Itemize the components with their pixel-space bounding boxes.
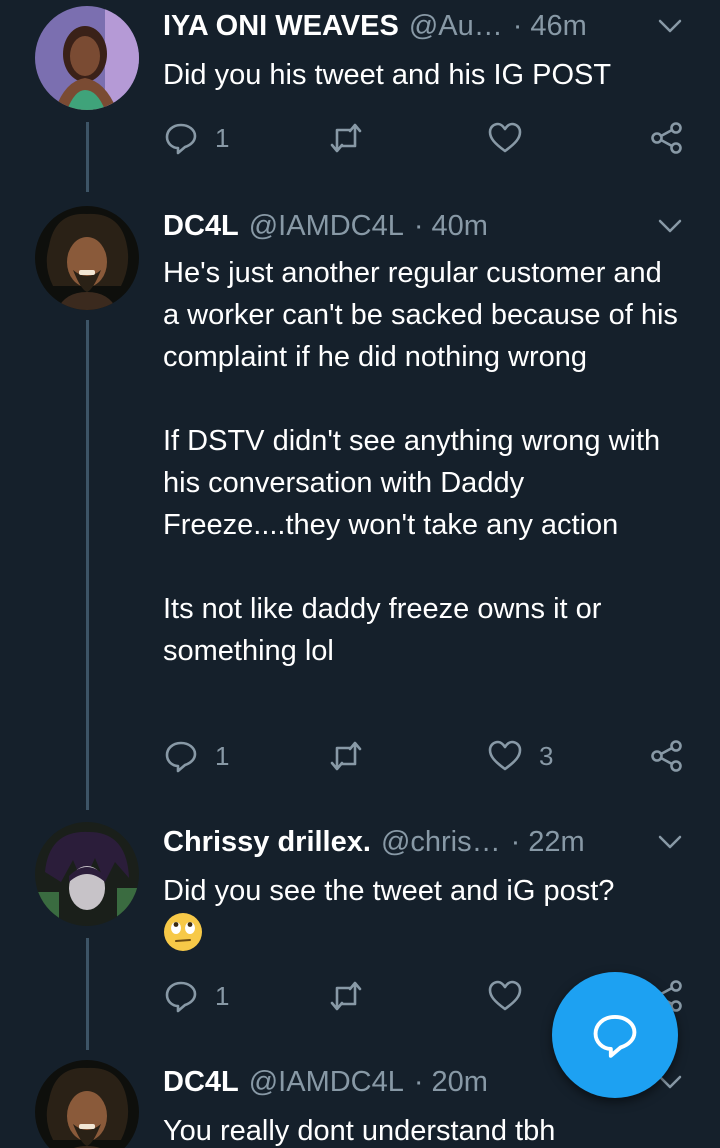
face-with-rolling-eyes-icon bbox=[163, 912, 203, 957]
retweet-icon bbox=[330, 741, 362, 771]
tweet-actions: 1 3 bbox=[163, 736, 693, 776]
like-button[interactable]: 3 bbox=[487, 736, 553, 776]
tweet[interactable]: IYA ONI WEAVES @Au… · 46m Did you his tw… bbox=[0, 0, 720, 200]
heart-icon bbox=[488, 122, 522, 153]
tweet-header: DC4L @IAMDC4L · 40m bbox=[163, 208, 680, 244]
heart-icon bbox=[488, 980, 522, 1011]
separator-dot: · bbox=[413, 209, 424, 242]
timestamp[interactable]: 20m bbox=[432, 1066, 488, 1099]
tweet[interactable]: DC4L @IAMDC4L · 40m He's just another re… bbox=[0, 200, 720, 820]
avatar[interactable] bbox=[35, 6, 139, 110]
reply-button[interactable]: 1 bbox=[163, 736, 229, 776]
tweet-text: Did you his tweet and his IG POST bbox=[163, 59, 612, 91]
reply-count: 1 bbox=[215, 980, 230, 1011]
share-button[interactable] bbox=[649, 736, 685, 776]
display-name[interactable]: IYA ONI WEAVES bbox=[163, 10, 399, 43]
tweet-text: You really dont understand tbh bbox=[163, 1115, 556, 1147]
timestamp[interactable]: 22m bbox=[528, 826, 584, 859]
retweet-button[interactable] bbox=[328, 976, 380, 1016]
retweet-icon bbox=[330, 123, 362, 153]
tweet-text: Did you see the tweet and iG post? bbox=[163, 875, 615, 907]
username[interactable]: @IAMDC4L bbox=[249, 1066, 404, 1099]
reply-button[interactable]: 1 bbox=[163, 976, 229, 1016]
retweet-button[interactable] bbox=[328, 736, 380, 776]
thread-line bbox=[86, 122, 89, 192]
separator-dot: · bbox=[510, 825, 521, 858]
tweet-text: He's just another regular customer and a… bbox=[163, 257, 678, 667]
avatar[interactable] bbox=[35, 822, 139, 926]
compose-reply-button[interactable] bbox=[552, 972, 678, 1098]
like-count: 3 bbox=[539, 740, 554, 771]
chevron-down-icon[interactable] bbox=[656, 212, 684, 240]
chevron-down-icon[interactable] bbox=[656, 828, 684, 856]
username[interactable]: @Au… bbox=[409, 10, 503, 43]
separator-dot: · bbox=[512, 9, 523, 42]
timestamp[interactable]: 46m bbox=[530, 10, 586, 43]
separator-dot: · bbox=[413, 1065, 424, 1098]
heart-icon bbox=[488, 740, 522, 771]
thread-line bbox=[86, 938, 89, 1050]
username[interactable]: @IAMDC4L bbox=[249, 210, 404, 243]
avatar[interactable] bbox=[35, 1060, 139, 1148]
username[interactable]: @chris… bbox=[381, 826, 501, 859]
display-name[interactable]: DC4L bbox=[163, 1066, 239, 1099]
tweet-header: IYA ONI WEAVES @Au… · 46m bbox=[163, 8, 680, 44]
reply-icon bbox=[165, 981, 197, 1013]
tweet-actions: 1 bbox=[163, 118, 693, 158]
share-icon bbox=[651, 122, 682, 154]
reply-icon bbox=[165, 123, 197, 155]
tweet-header: Chrissy drillex. @chris… · 22m bbox=[163, 824, 680, 860]
like-button[interactable] bbox=[487, 976, 539, 1016]
like-button[interactable] bbox=[487, 118, 539, 158]
display-name[interactable]: Chrissy drillex. bbox=[163, 826, 371, 859]
display-name[interactable]: DC4L bbox=[163, 210, 239, 243]
compose-reply-icon bbox=[593, 1015, 637, 1058]
share-button[interactable] bbox=[649, 118, 685, 158]
chevron-down-icon[interactable] bbox=[656, 12, 684, 40]
avatar[interactable] bbox=[35, 206, 139, 310]
share-icon bbox=[651, 740, 682, 772]
timestamp[interactable]: 40m bbox=[432, 210, 488, 243]
reply-count: 1 bbox=[215, 740, 230, 771]
retweet-icon bbox=[330, 981, 362, 1011]
reply-button[interactable]: 1 bbox=[163, 118, 229, 158]
thread-line bbox=[86, 320, 89, 810]
retweet-button[interactable] bbox=[328, 118, 380, 158]
reply-count: 1 bbox=[215, 122, 230, 153]
reply-icon bbox=[165, 741, 197, 773]
